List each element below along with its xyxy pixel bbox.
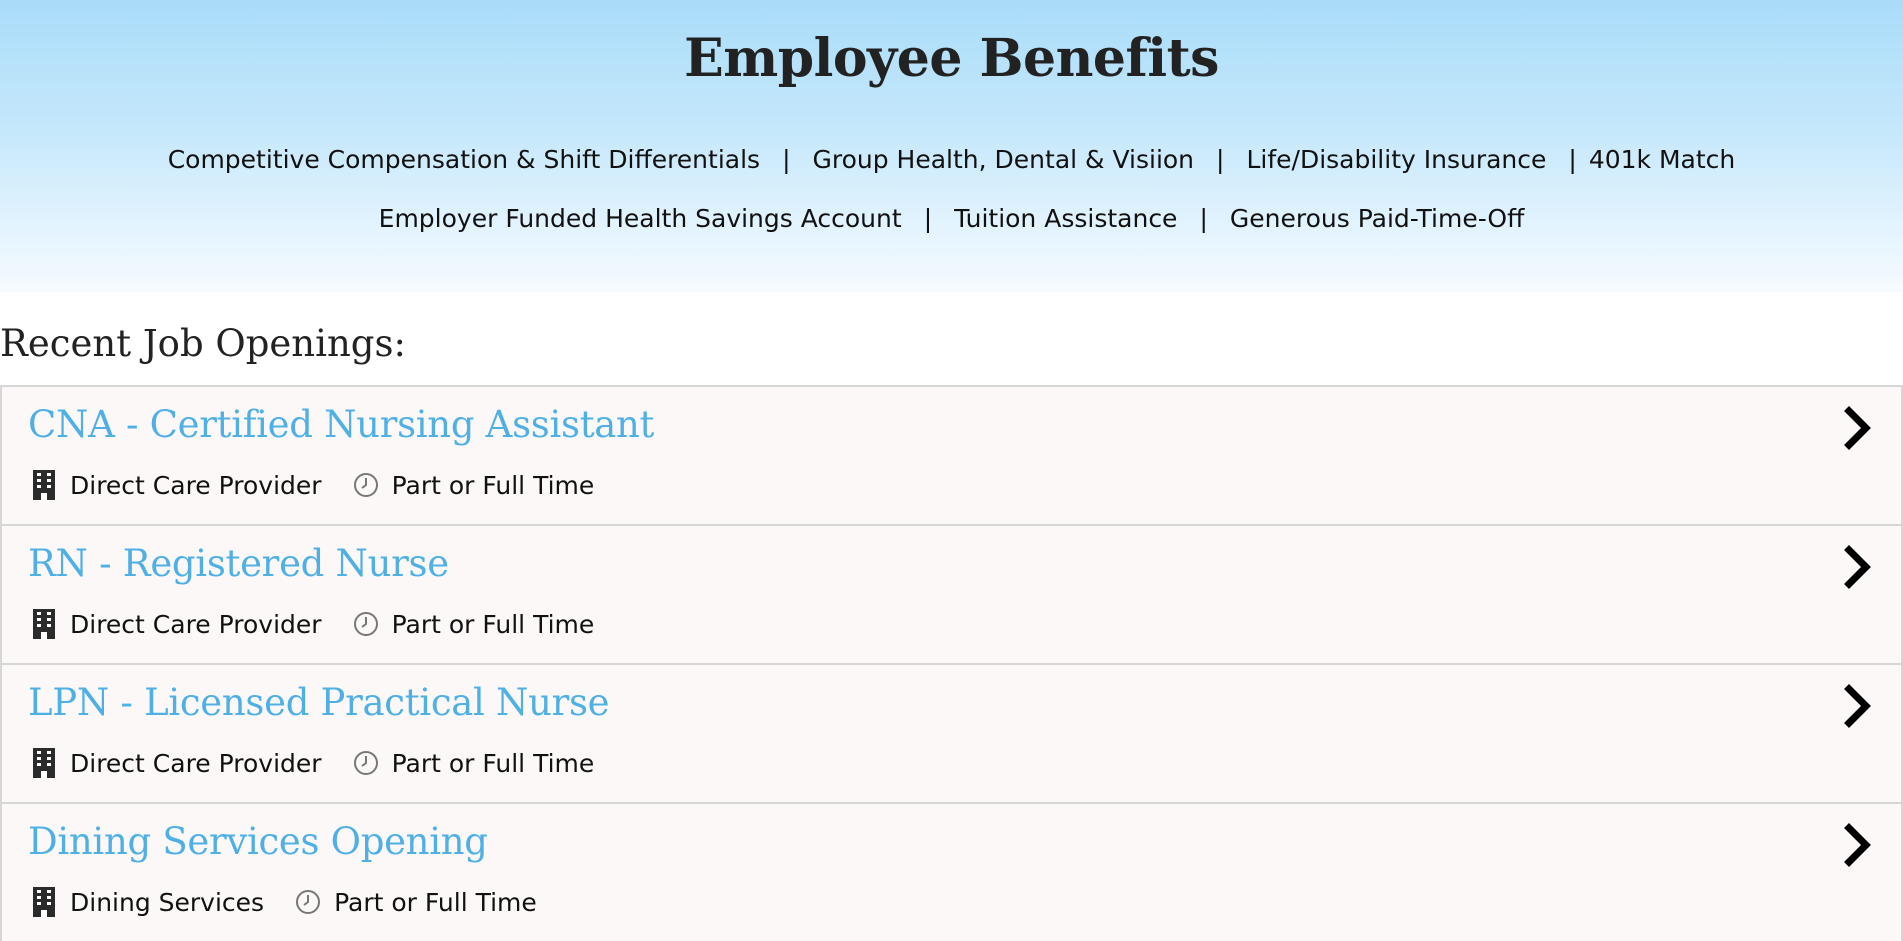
clock-icon [352,469,380,501]
benefit-item: Generous Paid-Time-Off [1229,204,1525,233]
chevron-right-icon[interactable] [1841,822,1875,868]
job-title-link[interactable]: RN - Registered Nurse [28,542,449,585]
chevron-right-icon[interactable] [1841,683,1875,729]
benefits-line-1: Competitive Compensation & Shift Differe… [0,145,1903,174]
benefit-item: Employer Funded Health Savings Account [378,204,902,233]
job-title-link[interactable]: Dining Services Opening [28,820,488,863]
job-row[interactable]: Dining Services Opening Dining Services … [2,802,1901,941]
job-row[interactable]: CNA - Certified Nursing Assistant Direct… [2,385,1901,524]
job-schedule: Part or Full Time [391,748,595,778]
openings-heading: Recent Job Openings: [0,322,406,365]
clock-icon [352,747,380,779]
job-title-link[interactable]: LPN - Licensed Practical Nurse [28,681,610,724]
clock-icon [352,608,380,640]
benefit-separator: | [782,145,791,174]
benefit-separator: | [1568,145,1577,174]
job-row[interactable]: RN - Registered Nurse Direct Care Provid… [2,524,1901,663]
job-schedule: Part or Full Time [391,470,595,500]
job-department: Direct Care Provider [70,470,322,500]
job-meta: Direct Care Provider Part or Full Time [30,608,594,640]
job-schedule: Part or Full Time [334,887,537,917]
chevron-right-icon[interactable] [1841,544,1875,590]
benefit-separator: | [923,204,933,233]
job-schedule: Part or Full Time [391,609,595,639]
job-list: CNA - Certified Nursing Assistant Direct… [0,385,1903,941]
benefit-item: Competitive Compensation & Shift Differe… [167,145,761,174]
chevron-right-icon[interactable] [1841,405,1875,451]
job-meta: Direct Care Provider Part or Full Time [30,469,594,501]
benefit-separator: | [1216,145,1225,174]
job-department: Direct Care Provider [70,609,322,639]
benefit-separator: | [1199,204,1208,233]
benefit-item: Life/Disability Insurance [1246,145,1547,174]
job-title-link[interactable]: CNA - Certified Nursing Assistant [28,403,654,446]
building-icon [30,886,58,918]
benefit-item: 401k Match [1588,145,1736,174]
clock-icon [294,886,322,918]
benefit-item: Tuition Assistance [954,204,1178,233]
building-icon [30,747,58,779]
benefits-line-2: Employer Funded Health Savings Account | T… [0,204,1903,233]
building-icon [30,469,58,501]
job-department: Dining Services [70,887,265,917]
job-meta: Direct Care Provider Part or Full Time [30,747,594,779]
building-icon [30,608,58,640]
job-department: Direct Care Provider [70,748,322,778]
job-row[interactable]: LPN - Licensed Practical Nurse Direct Ca… [2,663,1901,802]
benefits-title: Employee Benefits [684,28,1219,89]
job-meta: Dining Services Part or Full Time [30,886,537,918]
benefits-banner: Employee Benefits Competitive Compensati… [0,0,1903,292]
benefit-item: Group Health, Dental & Visiion [812,145,1195,174]
